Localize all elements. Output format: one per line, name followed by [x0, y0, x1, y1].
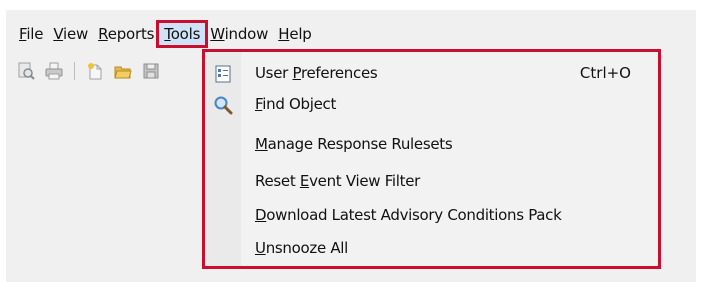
label-mnemonic: P	[292, 64, 301, 82]
menu-help-label: elp	[289, 25, 312, 43]
label-text: ind Object	[262, 95, 337, 113]
menu-tools[interactable]: Tools	[156, 20, 209, 48]
menu-bar: File View Reports Tools Window Help	[14, 20, 317, 48]
menu-help-mnemonic: H	[278, 25, 290, 43]
menu-item-label: Reset Event View Filter	[255, 166, 420, 197]
menu-window-mnemonic: W	[210, 25, 225, 43]
menu-view-label: iew	[63, 25, 89, 43]
menu-item-user-preferences[interactable]: User Preferences Ctrl+O	[205, 58, 658, 89]
label-text: anage Response Rulesets	[267, 135, 453, 153]
application-window: File View Reports Tools Window Help User…	[0, 0, 701, 282]
magnifier-icon	[205, 89, 241, 120]
menu-window-label: indow	[224, 25, 269, 43]
menu-item-label: Find Object	[255, 89, 336, 120]
menu-reports-label: eports	[107, 25, 155, 43]
save-button[interactable]	[141, 61, 161, 81]
open-button[interactable]	[113, 61, 133, 81]
menu-item-label: User Preferences	[255, 58, 378, 89]
menu-item-download-advisory-pack[interactable]: Download Latest Advisory Conditions Pack	[205, 200, 658, 231]
menu-item-label: Unsnooze All	[255, 233, 348, 264]
new-icon	[88, 63, 102, 80]
menu-item-label: Manage Response Rulesets	[255, 129, 453, 160]
menu-item-shortcut: Ctrl+O	[579, 64, 631, 82]
menu-reports[interactable]: Reports	[93, 23, 159, 45]
menu-item-find-object[interactable]: Find Object	[205, 89, 658, 120]
menu-item-unsnooze-all[interactable]: Unsnooze All	[205, 233, 658, 264]
menu-file-label: ile	[26, 25, 44, 43]
label-mnemonic: M	[255, 135, 268, 153]
new-button[interactable]	[85, 61, 105, 81]
label-text: vent View Filter	[309, 172, 421, 190]
toolbar	[16, 58, 161, 84]
label-mnemonic: U	[255, 239, 266, 257]
menu-window[interactable]: Window	[205, 23, 273, 45]
tools-dropdown-menu: User Preferences Ctrl+O Find Object Mana…	[202, 49, 661, 269]
print-preview-button[interactable]	[16, 61, 36, 81]
open-folder-icon	[114, 66, 132, 79]
menu-reports-mnemonic: R	[98, 25, 108, 43]
label-mnemonic: E	[299, 172, 310, 190]
label-text: references	[300, 64, 378, 82]
menu-file[interactable]: File	[14, 23, 48, 45]
label-text: User	[255, 64, 293, 82]
menu-view[interactable]: View	[48, 23, 93, 45]
print-button[interactable]	[44, 61, 64, 81]
label-text: ownload Latest Advisory Conditions Pack	[266, 206, 562, 224]
save-icon	[143, 63, 159, 79]
print-preview-icon	[18, 62, 35, 80]
menu-item-manage-response-rulesets[interactable]: Manage Response Rulesets	[205, 129, 658, 160]
label-mnemonic: D	[255, 206, 267, 224]
menu-item-reset-event-view-filter[interactable]: Reset Event View Filter	[205, 166, 658, 197]
menu-item-label: Download Latest Advisory Conditions Pack	[255, 200, 562, 231]
preferences-icon	[205, 58, 241, 89]
print-icon	[45, 62, 63, 80]
toolbar-separator	[74, 62, 75, 80]
label-text: nsnooze All	[265, 239, 349, 257]
menu-help[interactable]: Help	[273, 23, 316, 45]
menu-view-mnemonic: V	[53, 25, 64, 43]
menu-tools-label: ools	[170, 25, 201, 43]
label-text: Reset	[255, 172, 300, 190]
